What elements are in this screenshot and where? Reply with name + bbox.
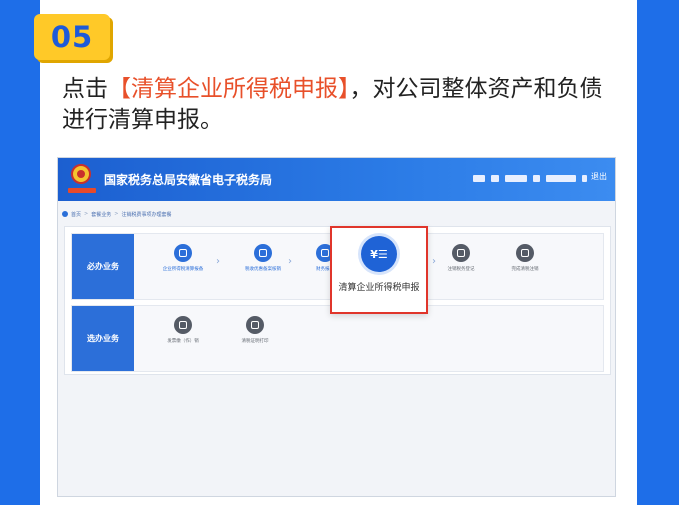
service-item-clearance-print[interactable]: 清税证明打印 [222, 316, 288, 345]
portal-header: 国家税务总局安徽省电子税务局 退出 [58, 158, 615, 201]
service-item-label: 企业所得税清算报备 [162, 267, 204, 272]
tax-portal-screenshot: 国家税务总局安徽省电子税务局 退出 首页 > 套餐业务 > 注销税费事项办理套餐… [57, 157, 616, 497]
service-item-label: 完成清税注销 [511, 267, 539, 272]
doc-edit-icon [174, 244, 192, 262]
service-item-complete-cancellation[interactable]: 完成清税注销 [492, 244, 558, 273]
chevron-right-icon: › [216, 256, 220, 267]
service-item-label: 注销税务登记 [447, 267, 475, 272]
optional-label: 选办业务 [72, 306, 134, 371]
service-item-tax-incentive[interactable]: 税收优惠备案核销 [230, 244, 296, 273]
service-item-invoice-cancel[interactable]: 发票缴（作）销 [150, 316, 216, 345]
doc-edit-icon [254, 244, 272, 262]
breadcrumb-current: 注销税费事项办理套餐 [121, 211, 172, 218]
required-label: 必办业务 [72, 234, 134, 299]
logout-link[interactable]: 退出 [591, 171, 607, 182]
checkbox-icon [516, 244, 534, 262]
empty-content-area [64, 378, 609, 490]
service-item-deregistration[interactable]: 注销税务登记 [428, 244, 494, 273]
user-info-blurred [473, 173, 587, 183]
liquidation-tax-filing-button[interactable]: ¥☰ 清算企业所得税申报 [330, 226, 428, 314]
emblem-ribbon [68, 188, 96, 193]
service-item-liquidation-filing[interactable]: 企业所得税清算报备 [150, 244, 216, 273]
service-item-label: 发票缴（作）销 [167, 339, 199, 344]
instruction-highlight: 【清算企业所得税申报】 [108, 76, 350, 102]
site-title: 国家税务总局安徽省电子税务局 [104, 173, 273, 187]
instruction-text: 点击【清算企业所得税申报】，对公司整体资产和负债进行清算申报。 [62, 74, 622, 136]
service-item-label: 税收优惠备案核销 [245, 267, 281, 272]
instruction-prefix: 点击 [62, 76, 108, 102]
step-badge: 05 [34, 14, 110, 60]
step-number: 05 [50, 20, 94, 54]
optional-row: 选办业务 发票缴（作）销 清税证明打印 [71, 305, 604, 372]
breadcrumb-package[interactable]: 套餐业务 [91, 211, 111, 218]
service-item-label: 清税证明打印 [241, 339, 269, 344]
location-pin-icon [62, 211, 68, 217]
breadcrumb: 首页 > 套餐业务 > 注销税费事项办理套餐 [62, 208, 171, 220]
breadcrumb-home[interactable]: 首页 [71, 211, 81, 218]
stamp-icon [174, 316, 192, 334]
tax-emblem-icon [71, 164, 91, 184]
tax-filing-icon-glyph: ¥☰ [370, 247, 388, 261]
tax-filing-icon: ¥☰ [361, 236, 397, 272]
print-icon [246, 316, 264, 334]
liquidation-tax-filing-label: 清算企业所得税申报 [338, 283, 420, 293]
building-icon [452, 244, 470, 262]
